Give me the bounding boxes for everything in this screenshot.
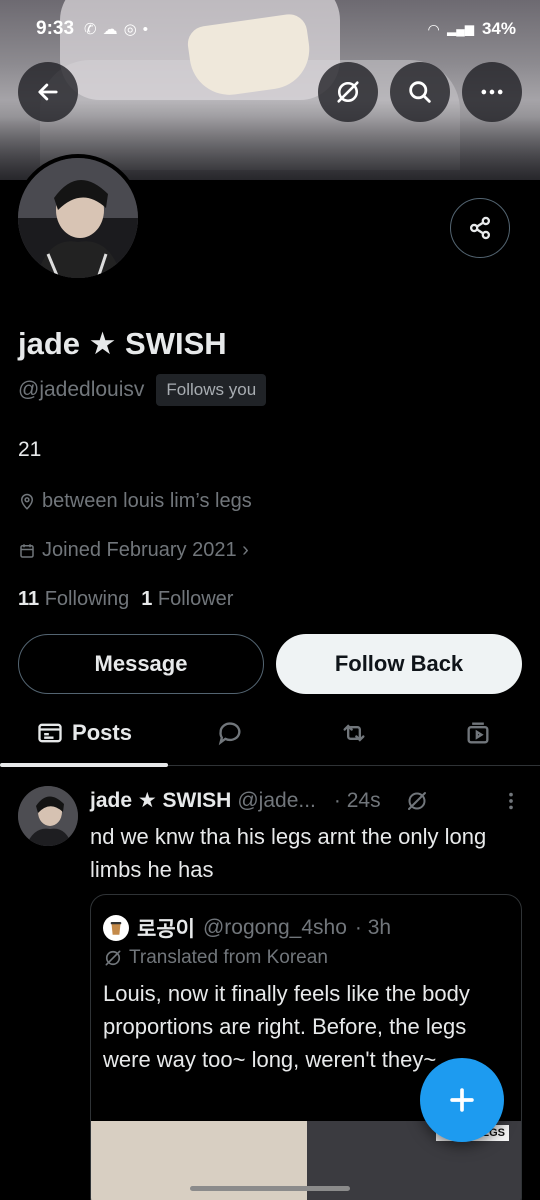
follow-counts: 11 Following 1 Follower: [18, 588, 233, 611]
tab-posts-label: Posts: [72, 720, 132, 745]
message-button[interactable]: Message: [18, 634, 264, 694]
tweet-time: · 24s: [333, 788, 381, 812]
follows-you-badge: Follows you: [156, 374, 267, 406]
tab-active-indicator: [0, 763, 168, 767]
more-vertical-icon: [509, 792, 513, 809]
location-icon: [20, 493, 34, 510]
media-icon: [467, 722, 489, 744]
tweet-text: nd we knw tha his legs arnt the only lon…: [90, 824, 487, 882]
profile-location: between louis lim’s legs: [18, 490, 252, 513]
dot-icon: •: [142, 20, 148, 38]
reposts-icon: [343, 724, 365, 742]
profile-joined[interactable]: Joined February 2021 ›: [18, 539, 249, 562]
grok-button[interactable]: [318, 62, 378, 122]
following-link[interactable]: 11 Following: [18, 588, 129, 611]
profile-tabs: Posts: [0, 700, 540, 767]
tab-media[interactable]: [444, 700, 512, 766]
location-text: between louis lim’s legs: [42, 490, 252, 512]
tweet-grok-button[interactable]: [405, 789, 429, 813]
quote-author-name: 로공이: [137, 918, 195, 941]
compose-button[interactable]: [420, 1058, 504, 1142]
plus-icon: [450, 1088, 474, 1112]
home-indicator[interactable]: [190, 1186, 350, 1191]
more-icon: [481, 89, 503, 95]
quoted-tweet[interactable]: 로공이 @rogong_4sho · 3h Translated from Ko…: [90, 894, 522, 1200]
quote-time: · 3h: [354, 916, 392, 939]
more-button[interactable]: [462, 62, 522, 122]
back-arrow-icon: [38, 83, 58, 101]
call-icon: ✆: [84, 21, 97, 38]
status-left-icons: ✆ ☁ ◎ •: [84, 20, 148, 39]
profile-name: jade ★ SWISH: [18, 326, 227, 361]
handle-row: @jadedlouisv Follows you: [18, 374, 267, 406]
tab-reposts[interactable]: [320, 700, 388, 766]
coffee-cup-icon: [110, 922, 122, 935]
status-time: 9:33: [36, 18, 75, 39]
calendar-icon: [20, 543, 34, 558]
no-signal-icon: [105, 950, 121, 966]
signal-icon: ▂▄▆: [447, 22, 474, 36]
quote-author-handle: @rogong_4sho: [202, 916, 347, 939]
tab-replies[interactable]: [196, 700, 264, 766]
joined-text: Joined February 2021 ›: [42, 539, 249, 561]
tweet-more-button[interactable]: [500, 790, 522, 812]
status-right: ◠ ▂▄▆ 34%: [428, 19, 516, 39]
profile-bio: 21: [18, 438, 42, 461]
translated-label: Translated from Korean: [103, 947, 328, 969]
whatsapp-icon: ◎: [123, 21, 137, 38]
replies-icon: [218, 722, 241, 746]
status-bar: 9:33 ✆ ☁ ◎ • ◠ ▂▄▆ 34%: [0, 0, 540, 58]
translated-text: Translated from Korean: [129, 947, 328, 968]
tab-posts[interactable]: Posts: [0, 700, 168, 767]
quote-avatar[interactable]: [103, 915, 129, 941]
tweet-avatar[interactable]: [18, 786, 78, 846]
back-button[interactable]: [18, 62, 78, 122]
profile-handle: @jadedlouisv: [18, 378, 145, 401]
cloud-icon: ☁: [102, 21, 118, 38]
battery-level: 34%: [481, 19, 516, 38]
no-signal-icon: [337, 81, 359, 103]
followers-link[interactable]: 1 Follower: [141, 588, 233, 611]
quote-header: 로공이 @rogong_4sho · 3h: [103, 913, 391, 943]
tweet-author-name[interactable]: jade ★ SWISH: [90, 788, 231, 813]
wifi-icon: ◠: [428, 20, 439, 37]
no-signal-icon: [407, 791, 426, 810]
share-button[interactable]: [450, 198, 510, 258]
search-icon: [409, 81, 431, 103]
search-button[interactable]: [390, 62, 450, 122]
posts-icon: [38, 723, 62, 743]
profile-avatar[interactable]: [14, 154, 142, 282]
follow-back-button[interactable]: Follow Back: [276, 634, 522, 694]
tweet-author-handle[interactable]: @jade...: [237, 789, 316, 813]
share-icon: [469, 216, 491, 240]
tweet-header: jade ★ SWISH @jade... · 24s: [90, 788, 522, 813]
